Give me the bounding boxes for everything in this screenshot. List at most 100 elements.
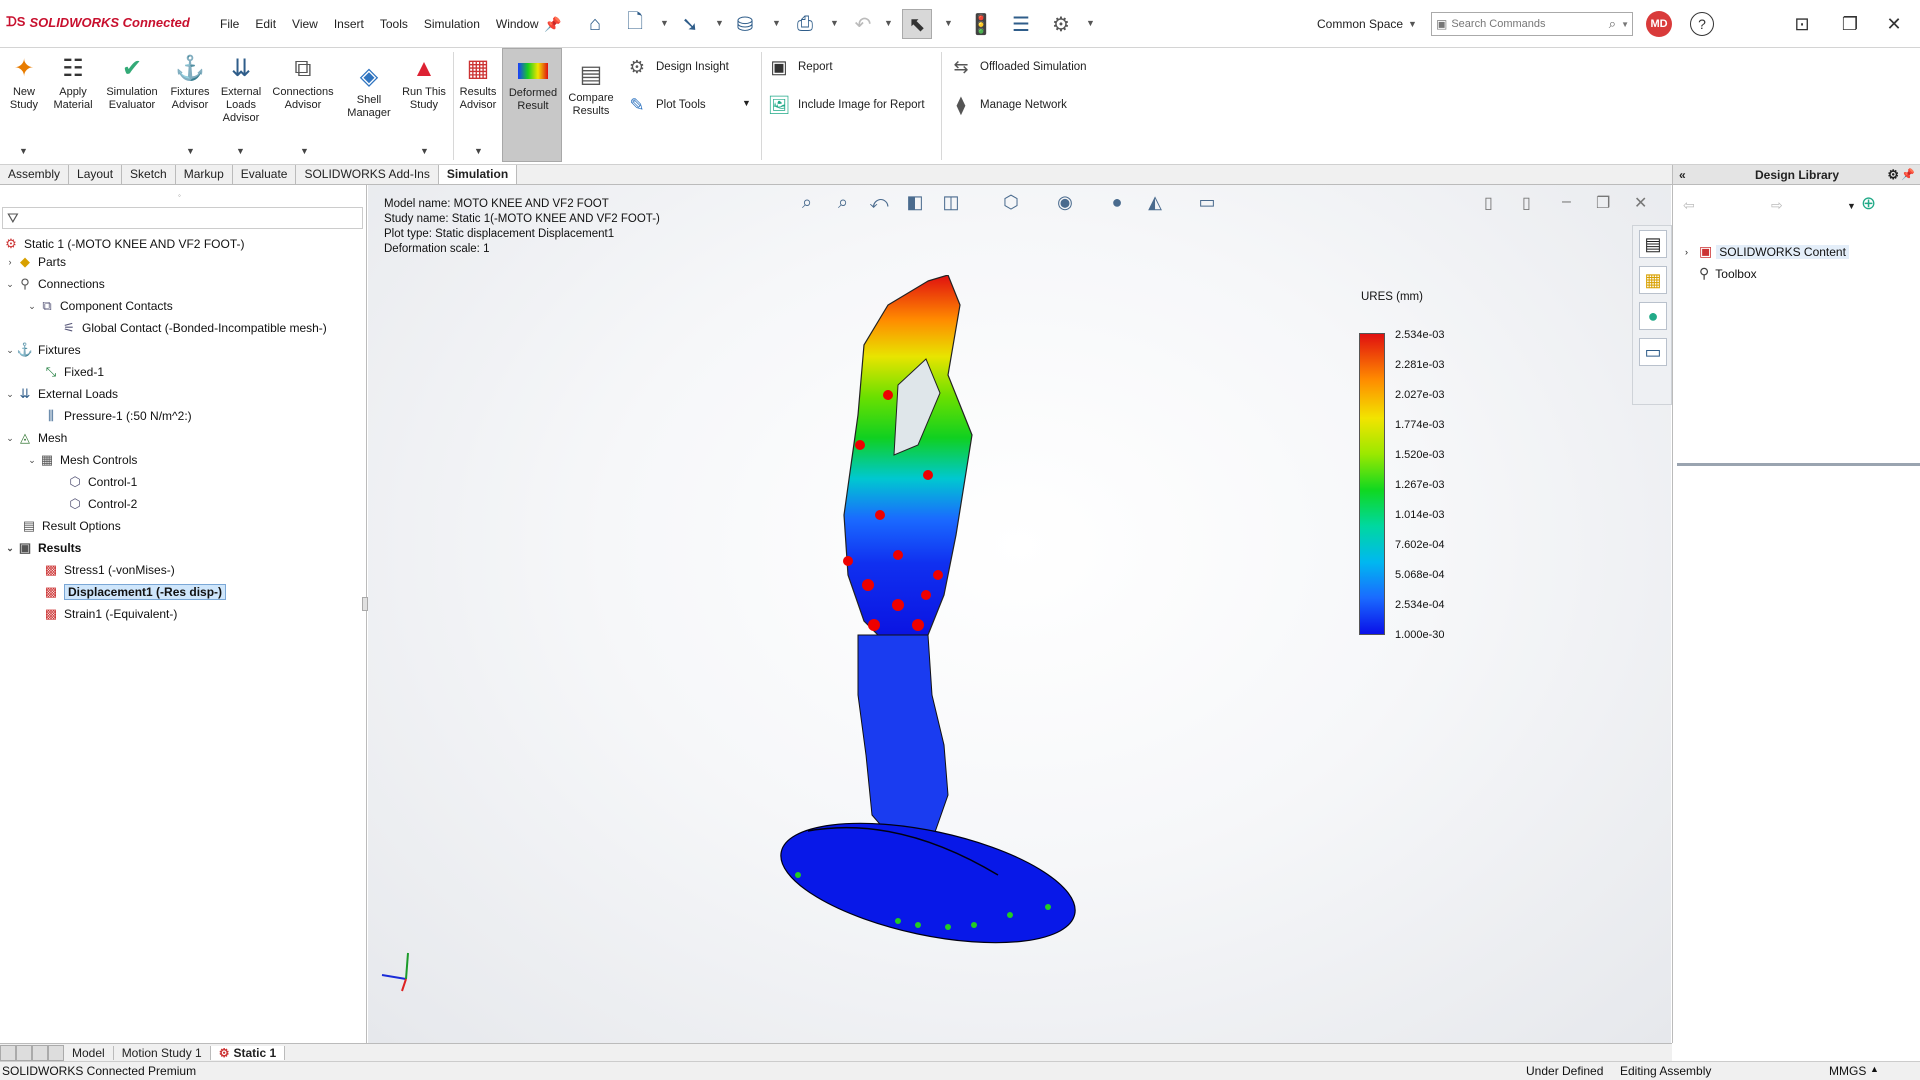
tab-evaluate[interactable]: Evaluate bbox=[233, 165, 297, 184]
menu-tools[interactable]: Tools bbox=[372, 17, 416, 31]
new-caret-icon[interactable]: ▼ bbox=[660, 18, 669, 28]
deformed-result-button[interactable]: Deformed Result bbox=[502, 48, 562, 162]
edit-appearance-icon[interactable]: ● bbox=[1104, 189, 1130, 215]
panel-grip-icon[interactable]: ◦ bbox=[178, 191, 181, 200]
include-image-button[interactable]: 🖼 Include Image for Report bbox=[766, 92, 925, 118]
menu-edit[interactable]: Edit bbox=[247, 17, 284, 31]
collapse-icon[interactable]: ⌄ bbox=[4, 433, 16, 444]
common-space-label[interactable]: Common Space bbox=[1317, 17, 1403, 31]
zoom-to-fit-icon[interactable]: ⌕ bbox=[794, 189, 820, 215]
apply-scene-icon[interactable]: ◭ bbox=[1142, 189, 1168, 215]
tree-item-pressure1[interactable]: ⫼ Pressure-1 (:50 N/m^2:) bbox=[42, 407, 192, 425]
panel-splitter[interactable] bbox=[1677, 463, 1920, 466]
simulation-evaluator-button[interactable]: ✔ Simulation Evaluator bbox=[102, 52, 162, 112]
tab-simulation[interactable]: Simulation bbox=[438, 165, 518, 184]
options-gear-icon[interactable]: ⚙ bbox=[1046, 9, 1076, 39]
select-icon[interactable]: ⬉ bbox=[902, 9, 932, 39]
tree-root[interactable]: ⚙ Static 1 (-MOTO KNEE AND VF2 FOOT-) bbox=[2, 235, 244, 253]
connections-advisor-button[interactable]: ⧉ Connections Advisor bbox=[270, 52, 336, 112]
expand-icon[interactable]: › bbox=[1685, 247, 1699, 257]
tree-item-mesh-controls[interactable]: ⌄ ▦ Mesh Controls bbox=[26, 451, 137, 469]
restore-panel-icon[interactable]: ⊡ bbox=[1788, 10, 1816, 38]
tab-static1[interactable]: ⚙ Static 1 bbox=[210, 1045, 286, 1060]
print-caret-icon[interactable]: ▼ bbox=[830, 18, 839, 28]
results-caret-icon[interactable]: ▼ bbox=[474, 146, 483, 156]
tree-item-stress1[interactable]: ▩ Stress1 (-vonMises-) bbox=[42, 561, 175, 579]
external-loads-advisor-button[interactable]: ⇊ External Loads Advisor bbox=[216, 52, 266, 125]
panel-pin-icon[interactable]: 📌 bbox=[1901, 168, 1915, 181]
design-library-tab-icon[interactable]: ▦ bbox=[1639, 266, 1667, 294]
new-study-button[interactable]: ✦ New Study bbox=[6, 52, 42, 112]
tab-markup[interactable]: Markup bbox=[176, 165, 233, 184]
search-caret-icon[interactable]: ▼ bbox=[1621, 20, 1629, 29]
viewport-close-icon[interactable]: ✕ bbox=[1634, 193, 1647, 213]
forward-arrow-icon[interactable]: ⇨ bbox=[1771, 197, 1783, 214]
tab-model[interactable]: Model bbox=[64, 1045, 114, 1060]
previous-view-icon[interactable]: ⤺ bbox=[866, 189, 892, 215]
back-arrow-icon[interactable]: ⇦ bbox=[1683, 197, 1695, 214]
expand-icon[interactable]: › bbox=[4, 257, 16, 267]
search-commands-input[interactable]: ▣ Search Commands ⌕ ▼ bbox=[1431, 12, 1633, 36]
dynamic-annotation-icon[interactable]: ◫ bbox=[938, 189, 964, 215]
maximize-window-icon[interactable]: ❐ bbox=[1836, 10, 1864, 38]
tree-item-strain1[interactable]: ▩ Strain1 (-Equivalent-) bbox=[42, 605, 178, 623]
apply-material-button[interactable]: ☷ Apply Material bbox=[50, 52, 96, 112]
graphics-viewport[interactable]: ⌕ ⌕ ⤺ ◧ ◫ ⬡ ◉ ● ◭ ▭ ▯ ▯ – ❐ ✕ Model name… bbox=[368, 185, 1671, 1043]
viewport-tile-icon[interactable]: ▯ bbox=[1484, 193, 1493, 213]
menu-view[interactable]: View bbox=[284, 17, 326, 31]
view-orientation-icon[interactable]: ⬡ bbox=[998, 189, 1024, 215]
collapse-panel-icon[interactable]: « bbox=[1679, 168, 1686, 182]
tab-scroll-buttons[interactable] bbox=[0, 1044, 64, 1061]
fixtures-advisor-button[interactable]: ⚓ Fixtures Advisor bbox=[168, 52, 212, 112]
fixtures-caret-icon[interactable]: ▼ bbox=[186, 146, 195, 156]
resources-tab-icon[interactable]: ▤ bbox=[1639, 230, 1667, 258]
run-caret-icon[interactable]: ▼ bbox=[420, 146, 429, 156]
section-view-icon[interactable]: ◧ bbox=[902, 189, 928, 215]
fea-model-render[interactable] bbox=[748, 275, 1128, 975]
viewport-restore-icon[interactable]: ❐ bbox=[1596, 193, 1610, 213]
loads-caret-icon[interactable]: ▼ bbox=[236, 146, 245, 156]
manage-network-button[interactable]: ⧫ Manage Network bbox=[948, 92, 1067, 118]
display-style-icon[interactable]: ◉ bbox=[1052, 189, 1078, 215]
tree-item-component-contacts[interactable]: ⌄ ⧉ Component Contacts bbox=[26, 297, 173, 315]
tab-motion-study[interactable]: Motion Study 1 bbox=[114, 1045, 211, 1060]
tree-filter-input[interactable]: ⛛ bbox=[2, 207, 363, 229]
collapse-icon[interactable]: ⌄ bbox=[4, 279, 16, 290]
viewport-minimize-icon[interactable]: – bbox=[1562, 193, 1571, 211]
offloaded-simulation-button[interactable]: ⇆ Offloaded Simulation bbox=[948, 54, 1086, 80]
add-library-icon[interactable]: ⊕ bbox=[1861, 193, 1876, 214]
library-item-toolbox[interactable]: ⚲ Toolbox bbox=[1699, 265, 1757, 282]
tree-item-parts[interactable]: › ◆ Parts bbox=[4, 253, 67, 271]
tree-item-control2[interactable]: ⬡ Control-2 bbox=[66, 495, 137, 513]
tree-item-results[interactable]: ⌄ ▣ Results bbox=[4, 539, 81, 557]
design-insight-button[interactable]: ⚙ Design Insight bbox=[624, 54, 729, 80]
collapse-icon[interactable]: ⌄ bbox=[26, 455, 38, 466]
menu-simulation[interactable]: Simulation bbox=[416, 17, 488, 31]
save-icon[interactable]: ⛁ bbox=[730, 9, 760, 39]
status-units[interactable]: MMGS bbox=[1829, 1064, 1866, 1078]
menu-file[interactable]: File bbox=[212, 17, 247, 31]
close-window-icon[interactable]: ✕ bbox=[1880, 10, 1908, 38]
connections-caret-icon[interactable]: ▼ bbox=[300, 146, 309, 156]
tree-item-fixtures[interactable]: ⌄ ⚓ Fixtures bbox=[4, 341, 80, 359]
results-advisor-button[interactable]: ▦ Results Advisor bbox=[456, 52, 500, 112]
search-icon[interactable]: ⌕ bbox=[1609, 16, 1616, 32]
collapse-icon[interactable]: ⌄ bbox=[4, 345, 16, 356]
tab-addins[interactable]: SOLIDWORKS Add-Ins bbox=[296, 165, 439, 184]
shell-manager-button[interactable]: ◈ Shell Manager bbox=[344, 60, 394, 120]
forum-tab-icon[interactable]: ▭ bbox=[1639, 338, 1667, 366]
zoom-to-area-icon[interactable]: ⌕ bbox=[830, 189, 856, 215]
report-button[interactable]: ▣ Report bbox=[766, 54, 832, 80]
open-icon[interactable]: ➘ bbox=[675, 9, 705, 39]
tree-item-result-options[interactable]: ▤ Result Options bbox=[20, 517, 121, 535]
common-space-caret-icon[interactable]: ▼ bbox=[1408, 19, 1417, 29]
library-item-solidworks-content[interactable]: › ▣ SOLIDWORKS Content bbox=[1685, 243, 1849, 260]
tab-sketch[interactable]: Sketch bbox=[122, 165, 176, 184]
home-icon[interactable]: ⌂ bbox=[580, 9, 610, 39]
collapse-icon[interactable]: ⌄ bbox=[4, 543, 16, 554]
tab-assembly[interactable]: Assembly bbox=[0, 165, 70, 184]
collapse-icon[interactable]: ⌄ bbox=[4, 389, 16, 400]
tree-item-global-contact[interactable]: ⚟ Global Contact (-Bonded-Incompatible m… bbox=[60, 319, 327, 337]
tree-item-fixed1[interactable]: ⤡ Fixed-1 bbox=[42, 363, 104, 381]
tree-item-displacement1[interactable]: ▩ Displacement1 (-Res disp-) bbox=[42, 583, 227, 601]
